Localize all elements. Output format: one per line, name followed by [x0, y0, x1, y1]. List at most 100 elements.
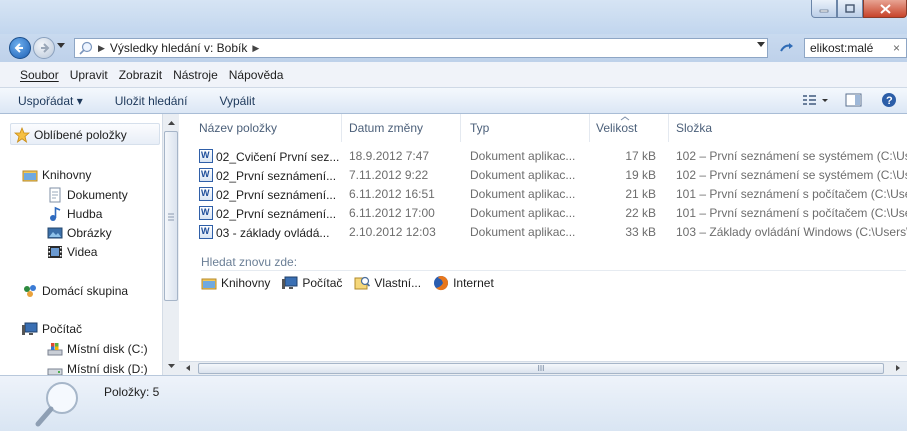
- menu-help[interactable]: Nápověda: [229, 68, 284, 82]
- column-divider[interactable]: [341, 114, 342, 142]
- nav-music[interactable]: Hudba: [47, 206, 102, 222]
- horizontal-scroll-thumb[interactable]: III: [198, 363, 884, 374]
- nav-pictures[interactable]: Obrázky: [47, 225, 112, 241]
- breadcrumb-chevron-icon[interactable]: ▶: [252, 43, 259, 54]
- breadcrumb-separator-icon[interactable]: ▶: [98, 43, 105, 54]
- preview-pane-icon[interactable]: [845, 92, 863, 108]
- nav-favorites-label: Oblíbené položky: [34, 128, 127, 142]
- maximize-icon: [845, 4, 855, 13]
- drive-icon: [47, 368, 63, 375]
- column-divider[interactable]: [460, 114, 461, 142]
- file-folder-text: 101 – První seznámení s počítačem (C:\Us…: [676, 187, 907, 201]
- search-magnifier-icon: [35, 382, 78, 427]
- navigation-scrollbar[interactable]: [162, 114, 179, 375]
- column-size[interactable]: Velikost: [596, 114, 637, 142]
- history-dropdown-icon[interactable]: [57, 43, 65, 49]
- file-folder: 101 – První seznámení s počítačem (C:\Us…: [676, 206, 907, 220]
- file-date-text: 6.11.2012 17:00: [349, 206, 435, 220]
- scroll-down-icon[interactable]: [164, 360, 179, 372]
- item-count: Položky: 5: [104, 385, 160, 399]
- close-button[interactable]: [863, 0, 907, 18]
- menu-tools[interactable]: Nástroje: [173, 68, 218, 82]
- search-again-divider: [201, 270, 906, 271]
- file-folder-text: 101 – První seznámení s počítačem (C:\Us…: [676, 206, 907, 220]
- file-folder-text: 102 – První seznámení se systémem (C:\Us…: [676, 168, 907, 182]
- menu-file[interactable]: Soubor: [20, 68, 59, 82]
- file-folder: 102 – První seznámení se systémem (C:\Us…: [676, 168, 907, 182]
- file-type: Dokument aplikac...: [470, 225, 588, 239]
- file-row[interactable]: 02_První seznámení... 7.11.2012 9:22 Dokum…: [179, 165, 907, 185]
- search-again-custom[interactable]: Vlastní...: [354, 276, 421, 290]
- forward-button[interactable]: [33, 37, 55, 59]
- refresh-button[interactable]: [773, 38, 801, 58]
- address-dropdown-icon[interactable]: [757, 42, 765, 48]
- burn-button[interactable]: Vypálit: [219, 94, 255, 108]
- clear-search-button[interactable]: ×: [893, 39, 900, 57]
- scroll-up-icon[interactable]: [164, 117, 179, 129]
- file-row[interactable]: 02_Cvičení První sez... 18.9.2012 7:47 Dok…: [179, 146, 907, 166]
- file-date: 7.11.2012 9:22: [349, 168, 457, 182]
- file-name-text: 02_První seznámení...: [216, 188, 337, 202]
- word-document-icon: [199, 149, 213, 163]
- maximize-button[interactable]: [837, 0, 863, 18]
- menu-view[interactable]: Zobrazit: [119, 68, 162, 82]
- command-bar: Uspořádat ▾ Uložit hledání Vypálit ?: [0, 88, 907, 114]
- firefox-icon: [434, 276, 449, 291]
- nav-disk-c[interactable]: Místní disk (C:): [47, 341, 148, 357]
- nav-documents[interactable]: Dokumenty: [47, 187, 128, 203]
- address-bar[interactable]: ▶ Výsledky hledání v: Bobík ▶: [74, 38, 768, 58]
- arrow-right-icon: [41, 43, 50, 53]
- file-type: Dokument aplikac...: [470, 168, 588, 182]
- search-again-computer[interactable]: Počítač: [282, 276, 342, 290]
- file-row[interactable]: 02_První seznámení... 6.11.2012 17:00 Doku…: [179, 203, 907, 223]
- libraries-icon: [201, 278, 217, 290]
- file-type-text: Dokument aplikac...: [470, 225, 576, 239]
- file-name: 02_Cvičení První sez...: [199, 149, 343, 164]
- file-row[interactable]: 03 - základy ovládá... 2.10.2012 12:03 Dok…: [179, 222, 907, 242]
- search-input[interactable]: elikost:malé ×: [804, 38, 907, 58]
- search-again-internet[interactable]: Internet: [433, 275, 494, 291]
- file-size: 21 kB: [589, 187, 656, 201]
- horizontal-scrollbar[interactable]: III: [179, 361, 907, 375]
- scroll-left-icon[interactable]: [183, 363, 193, 373]
- nav-homegroup-label: Domácí skupina: [42, 284, 129, 298]
- file-type-text: Dokument aplikac...: [470, 187, 576, 201]
- help-icon[interactable]: ?: [881, 92, 897, 108]
- menu-bar: Soubor Upravit Zobrazit Nástroje Nápověd…: [0, 62, 907, 88]
- save-search-button[interactable]: Uložit hledání: [115, 94, 188, 108]
- column-date[interactable]: Datum změny: [349, 114, 423, 142]
- scroll-thumb[interactable]: [164, 131, 178, 301]
- file-row[interactable]: 02_První seznámení... 6.11.2012 16:51 Doku…: [179, 184, 907, 204]
- file-folder: 101 – První seznámení s počítačem (C:\Us…: [676, 187, 907, 201]
- minimize-button[interactable]: [811, 0, 837, 18]
- breadcrumb-search-results[interactable]: Výsledky hledání v: Bobík: [110, 41, 247, 55]
- scroll-right-icon[interactable]: [893, 363, 903, 373]
- minimize-icon: [819, 9, 829, 12]
- column-divider[interactable]: [668, 114, 669, 142]
- file-type-text: Dokument aplikac...: [470, 206, 576, 220]
- thumb-grip-icon: [168, 213, 174, 221]
- nav-pictures-label: Obrázky: [67, 226, 112, 240]
- nav-favorites[interactable]: Oblíbené položky: [14, 127, 127, 143]
- file-date: 6.11.2012 17:00: [349, 206, 457, 220]
- column-folder[interactable]: Složka: [676, 114, 712, 142]
- nav-homegroup[interactable]: Domácí skupina: [22, 283, 128, 299]
- search-again-internet-label: Internet: [453, 276, 494, 290]
- organize-button[interactable]: Uspořádat ▾: [18, 94, 83, 108]
- file-date: 2.10.2012 12:03: [349, 225, 457, 239]
- file-size: 19 kB: [589, 168, 656, 182]
- nav-computer[interactable]: Počítač: [22, 321, 82, 337]
- change-view-icon[interactable]: [801, 92, 831, 108]
- nav-disk-d[interactable]: Místní disk (D:): [47, 361, 148, 375]
- file-folder-text: 103 – Základy ovládání Windows (C:\Users…: [676, 225, 907, 239]
- column-type[interactable]: Typ: [470, 114, 489, 142]
- nav-libraries[interactable]: Knihovny: [22, 167, 91, 183]
- menu-edit[interactable]: Upravit: [70, 68, 108, 82]
- file-name-text: 02_Cvičení První sez...: [216, 150, 340, 164]
- back-button[interactable]: [9, 37, 31, 59]
- column-name[interactable]: Název položky: [199, 114, 277, 142]
- search-again-libraries[interactable]: Knihovny: [201, 276, 270, 290]
- nav-videos[interactable]: Videa: [47, 244, 97, 260]
- column-divider[interactable]: [589, 114, 590, 142]
- libraries-icon: [22, 170, 38, 182]
